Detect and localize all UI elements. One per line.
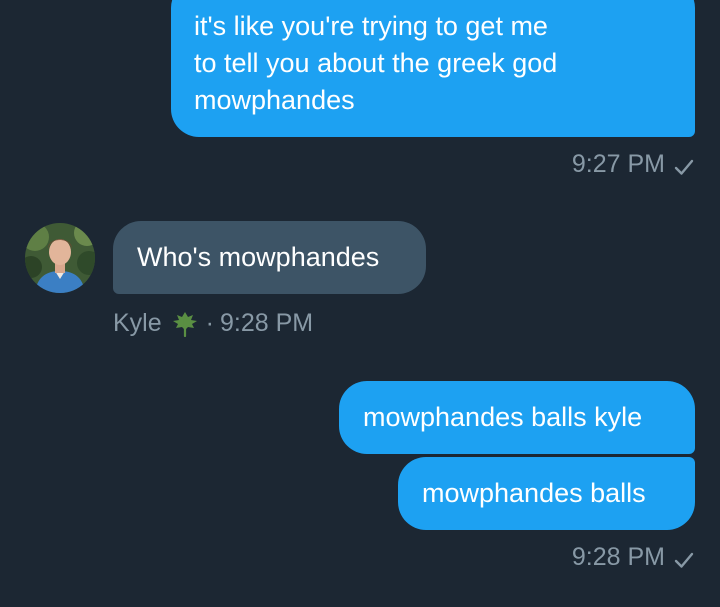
check-icon <box>674 154 694 175</box>
outgoing-message-bubble[interactable]: mowphandes balls <box>398 457 695 530</box>
message-meta: 9:28 PM <box>572 542 694 572</box>
message-text: Who's mowphandes <box>137 242 380 272</box>
separator-dot: · <box>205 309 214 337</box>
avatar[interactable] <box>25 223 95 293</box>
message-text: mowphandes balls <box>422 478 646 508</box>
message-timestamp: 9:28 PM <box>219 309 314 337</box>
message-text: it's like you're trying to get me to tel… <box>194 11 558 115</box>
message-text: mowphandes balls kyle <box>363 402 643 432</box>
message-meta: 9:27 PM <box>572 149 694 179</box>
check-icon <box>674 547 694 568</box>
leaf-icon <box>170 309 200 338</box>
sender-name[interactable]: Kyle <box>113 308 162 338</box>
outgoing-message-bubble[interactable]: mowphandes balls kyle <box>339 381 695 454</box>
message-meta: Kyle · 9:28 PM <box>113 308 313 338</box>
message-timestamp: 9:27 PM <box>571 150 665 178</box>
message-timestamp: 9:28 PM <box>571 543 665 571</box>
outgoing-message-bubble[interactable]: it's like you're trying to get me to tel… <box>171 0 695 137</box>
incoming-message-bubble[interactable]: Who's mowphandes <box>113 221 426 294</box>
